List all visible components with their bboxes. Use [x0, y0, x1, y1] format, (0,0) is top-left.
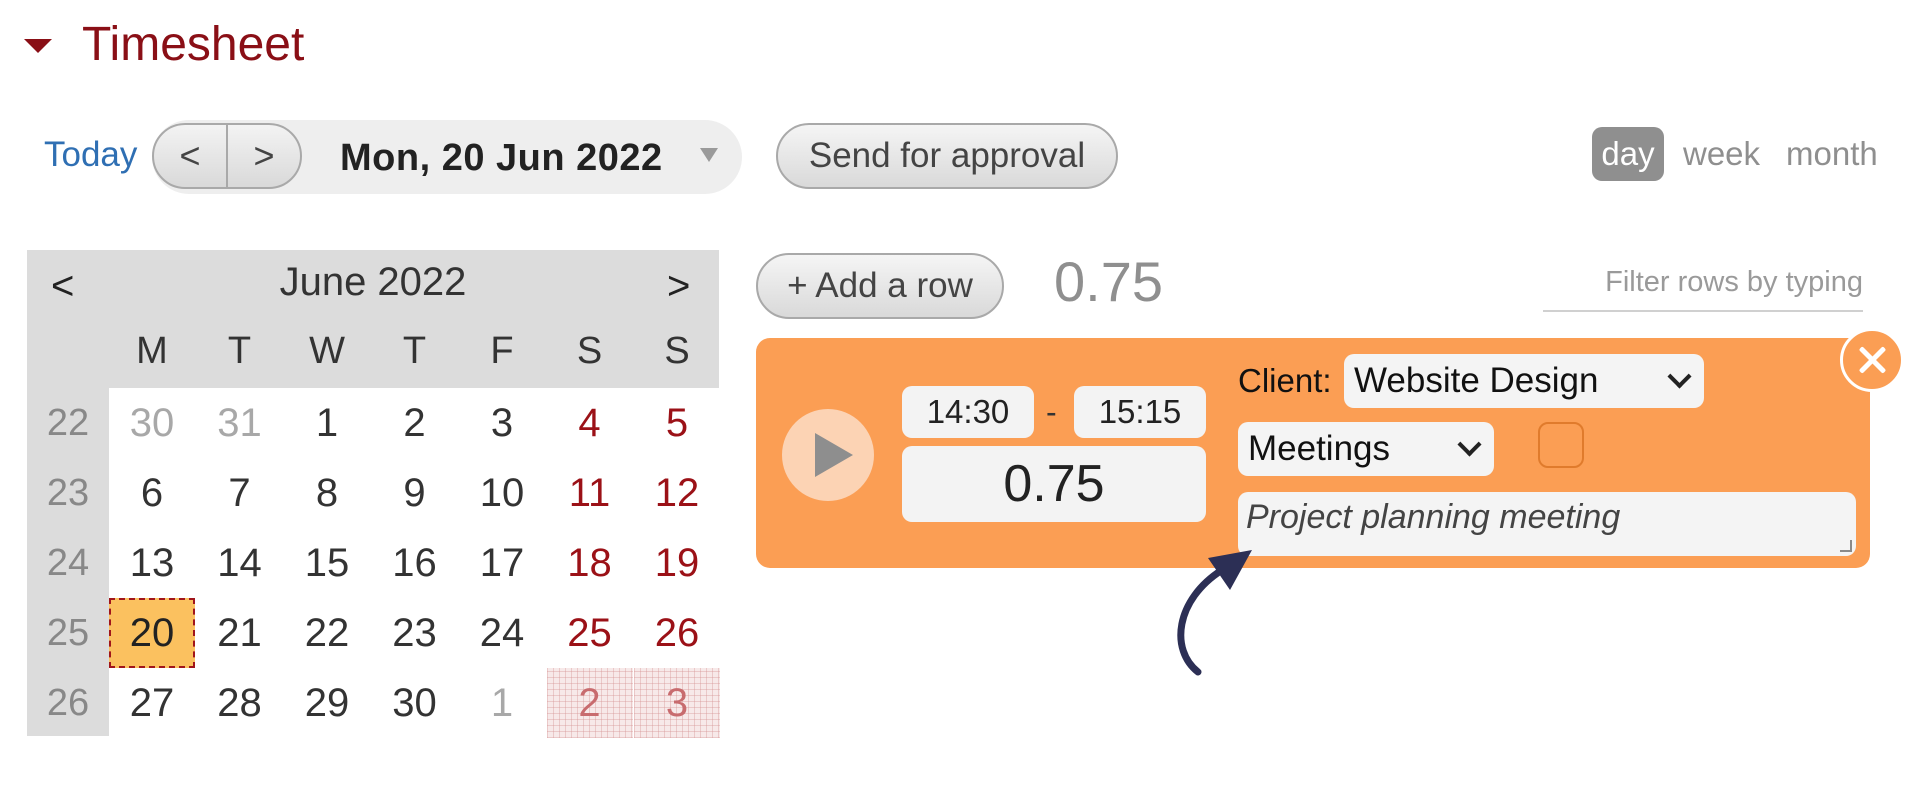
- section-title: Timesheet: [82, 17, 305, 71]
- week-number[interactable]: 23: [27, 472, 109, 515]
- calendar-day[interactable]: 4: [547, 388, 633, 458]
- total-hours: 0.75: [1054, 250, 1163, 313]
- filter-input[interactable]: Filter rows by typing: [1543, 258, 1863, 312]
- calendar-day[interactable]: 3: [634, 668, 720, 738]
- calendar-day[interactable]: 24: [459, 598, 545, 668]
- calendar-day[interactable]: 18: [547, 528, 633, 598]
- start-time-input[interactable]: 14:30: [902, 386, 1034, 438]
- calendar-month-title: June 2022: [279, 260, 467, 304]
- start-timer-button[interactable]: [782, 409, 874, 501]
- calendar-day[interactable]: 23: [372, 598, 458, 668]
- notes-value: Project planning meeting: [1246, 498, 1621, 536]
- weekday-header: S: [664, 330, 690, 372]
- end-time-input[interactable]: 15:15: [1074, 386, 1206, 438]
- calendar-day[interactable]: 19: [634, 528, 720, 598]
- close-icon: [1855, 343, 1889, 377]
- resize-grip-icon[interactable]: [1840, 540, 1852, 552]
- calendar-day[interactable]: 27: [109, 668, 195, 738]
- calendar-day[interactable]: 30: [109, 388, 195, 458]
- week-number[interactable]: 22: [27, 402, 109, 445]
- view-month-tab[interactable]: month: [1786, 135, 1878, 173]
- calendar-day[interactable]: 3: [459, 388, 545, 458]
- weekday-header: W: [309, 330, 345, 372]
- remove-row-button[interactable]: [1840, 328, 1904, 392]
- prev-day-button[interactable]: <: [154, 125, 226, 187]
- time-separator: -: [1046, 394, 1057, 430]
- week-number[interactable]: 24: [27, 542, 109, 585]
- activity-select[interactable]: Meetings: [1238, 422, 1494, 476]
- calendar-day[interactable]: 11: [547, 458, 633, 528]
- mini-calendar: June 2022 < > M T W T F S S 22 30 31 1 2 3 4 5 23 6 7 8 9 10…: [27, 250, 720, 738]
- week-number[interactable]: 25: [27, 612, 109, 655]
- date-nav-group: < >: [152, 123, 302, 189]
- calendar-day[interactable]: 14: [197, 528, 283, 598]
- calendar-day[interactable]: 15: [284, 528, 370, 598]
- calendar-day[interactable]: 28: [197, 668, 283, 738]
- weekday-header: M: [136, 330, 168, 372]
- timesheet-header[interactable]: Timesheet: [24, 14, 304, 74]
- calendar-day[interactable]: 30: [372, 668, 458, 738]
- calendar-day[interactable]: 8: [284, 458, 370, 528]
- calendar-day[interactable]: 9: [372, 458, 458, 528]
- calendar-day[interactable]: 1: [284, 388, 370, 458]
- play-icon: [815, 433, 853, 477]
- view-day-tab[interactable]: day: [1592, 127, 1664, 181]
- filter-placeholder: Filter rows by typing: [1605, 266, 1863, 298]
- calendar-day[interactable]: 5: [634, 388, 720, 458]
- client-select-value: Website Design: [1354, 361, 1599, 400]
- calendar-day[interactable]: 6: [109, 458, 195, 528]
- calendar-day[interactable]: 26: [634, 598, 720, 668]
- today-link[interactable]: Today: [44, 135, 137, 175]
- calendar-day[interactable]: 22: [284, 598, 370, 668]
- calendar-day[interactable]: 13: [109, 528, 195, 598]
- calendar-day[interactable]: 10: [459, 458, 545, 528]
- calendar-day[interactable]: 31: [197, 388, 283, 458]
- calendar-day[interactable]: 20: [109, 598, 195, 668]
- calendar-day[interactable]: 7: [197, 458, 283, 528]
- billable-checkbox[interactable]: [1538, 422, 1584, 468]
- client-label: Client:: [1238, 362, 1332, 399]
- view-week-tab[interactable]: week: [1683, 135, 1760, 173]
- send-for-approval-button[interactable]: Send for approval: [776, 123, 1118, 189]
- weekday-header: T: [227, 330, 252, 372]
- calendar-day[interactable]: 17: [459, 528, 545, 598]
- week-number[interactable]: 26: [27, 682, 109, 725]
- chevron-down-icon: [1457, 432, 1482, 457]
- current-date[interactable]: Mon, 20 Jun 2022: [340, 137, 663, 180]
- activity-select-value: Meetings: [1248, 429, 1391, 468]
- add-row-button[interactable]: + Add a row: [756, 253, 1004, 319]
- curved-arrow-icon: [1177, 550, 1252, 676]
- calendar-next-month[interactable]: >: [667, 264, 690, 309]
- date-dropdown-icon[interactable]: [700, 148, 718, 162]
- notes-textarea[interactable]: Project planning meeting: [1238, 492, 1856, 556]
- calendar-day[interactable]: 12: [634, 458, 720, 528]
- chevron-down-icon: [1667, 364, 1692, 389]
- weekday-header: T: [402, 330, 427, 372]
- calendar-day[interactable]: 25: [547, 598, 633, 668]
- calendar-day[interactable]: 21: [197, 598, 283, 668]
- calendar-day[interactable]: 2: [546, 668, 633, 738]
- next-day-button[interactable]: >: [226, 125, 300, 187]
- weekday-header: S: [576, 330, 603, 372]
- calendar-day[interactable]: 16: [372, 528, 458, 598]
- calendar-day[interactable]: 1: [459, 668, 545, 738]
- calendar-day[interactable]: 29: [284, 668, 370, 738]
- collapse-triangle-icon[interactable]: [24, 39, 52, 53]
- calendar-day[interactable]: 2: [372, 388, 458, 458]
- duration-input[interactable]: 0.75: [902, 446, 1206, 522]
- client-select[interactable]: Website Design: [1344, 354, 1704, 408]
- timesheet-entry: 14:30 - 15:15 0.75 Client: Website Desig…: [756, 328, 1904, 568]
- calendar-prev-month[interactable]: <: [51, 264, 74, 309]
- weekday-header: F: [490, 330, 514, 372]
